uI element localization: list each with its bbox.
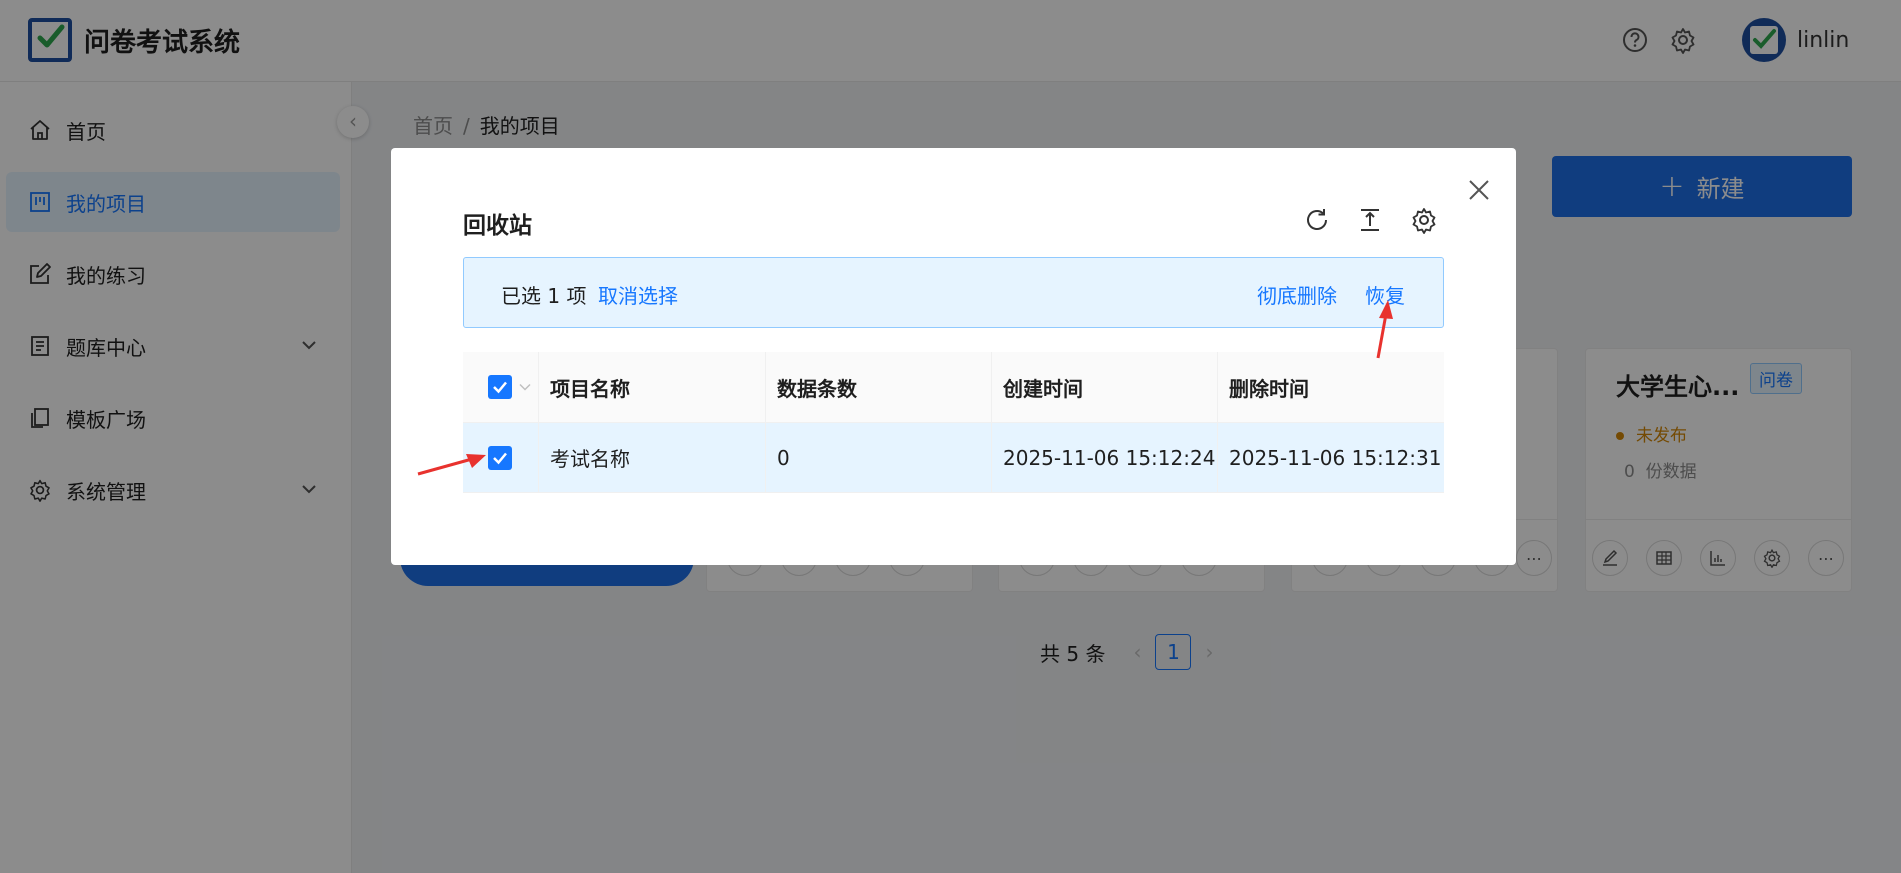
selected-count-text: 已选 1 项: [501, 284, 587, 308]
cell-created: 2025-11-06 15:12:24: [1003, 445, 1216, 470]
table-header: 项目名称 数据条数 创建时间 删除时间: [463, 352, 1444, 423]
cancel-selection-link[interactable]: 取消选择: [598, 280, 678, 309]
column-header-created: 创建时间: [1003, 376, 1083, 401]
recycle-bin-modal: 回收站 已选 1 项 取消选择 彻底删除 恢复 项目名称 数据条数 创建时间 删…: [391, 148, 1516, 565]
column-header-name: 项目名称: [550, 376, 630, 401]
table-row[interactable]: 考试名称 0 2025-11-06 15:12:24 2025-11-06 15…: [463, 423, 1444, 493]
delete-forever-link[interactable]: 彻底删除: [1257, 280, 1337, 309]
annotation-arrow-icon: [1376, 300, 1393, 359]
modal-title: 回收站: [463, 213, 532, 239]
setting-icon[interactable]: [1410, 206, 1438, 234]
column-header-deleted: 删除时间: [1229, 376, 1309, 401]
column-height-icon[interactable]: [1356, 206, 1384, 234]
close-icon[interactable]: [1465, 176, 1493, 204]
column-header-count: 数据条数: [777, 376, 857, 401]
cell-count: 0: [777, 445, 790, 470]
cell-name: 考试名称: [550, 447, 630, 471]
annotation-arrow-icon: [417, 454, 486, 476]
chevron-down-icon[interactable]: [518, 380, 532, 394]
cell-deleted: 2025-11-06 15:12:31: [1229, 445, 1442, 470]
select-all-checkbox[interactable]: [488, 375, 512, 399]
selection-alert: 已选 1 项 取消选择 彻底删除 恢复: [463, 257, 1444, 328]
reload-icon[interactable]: [1303, 206, 1331, 234]
